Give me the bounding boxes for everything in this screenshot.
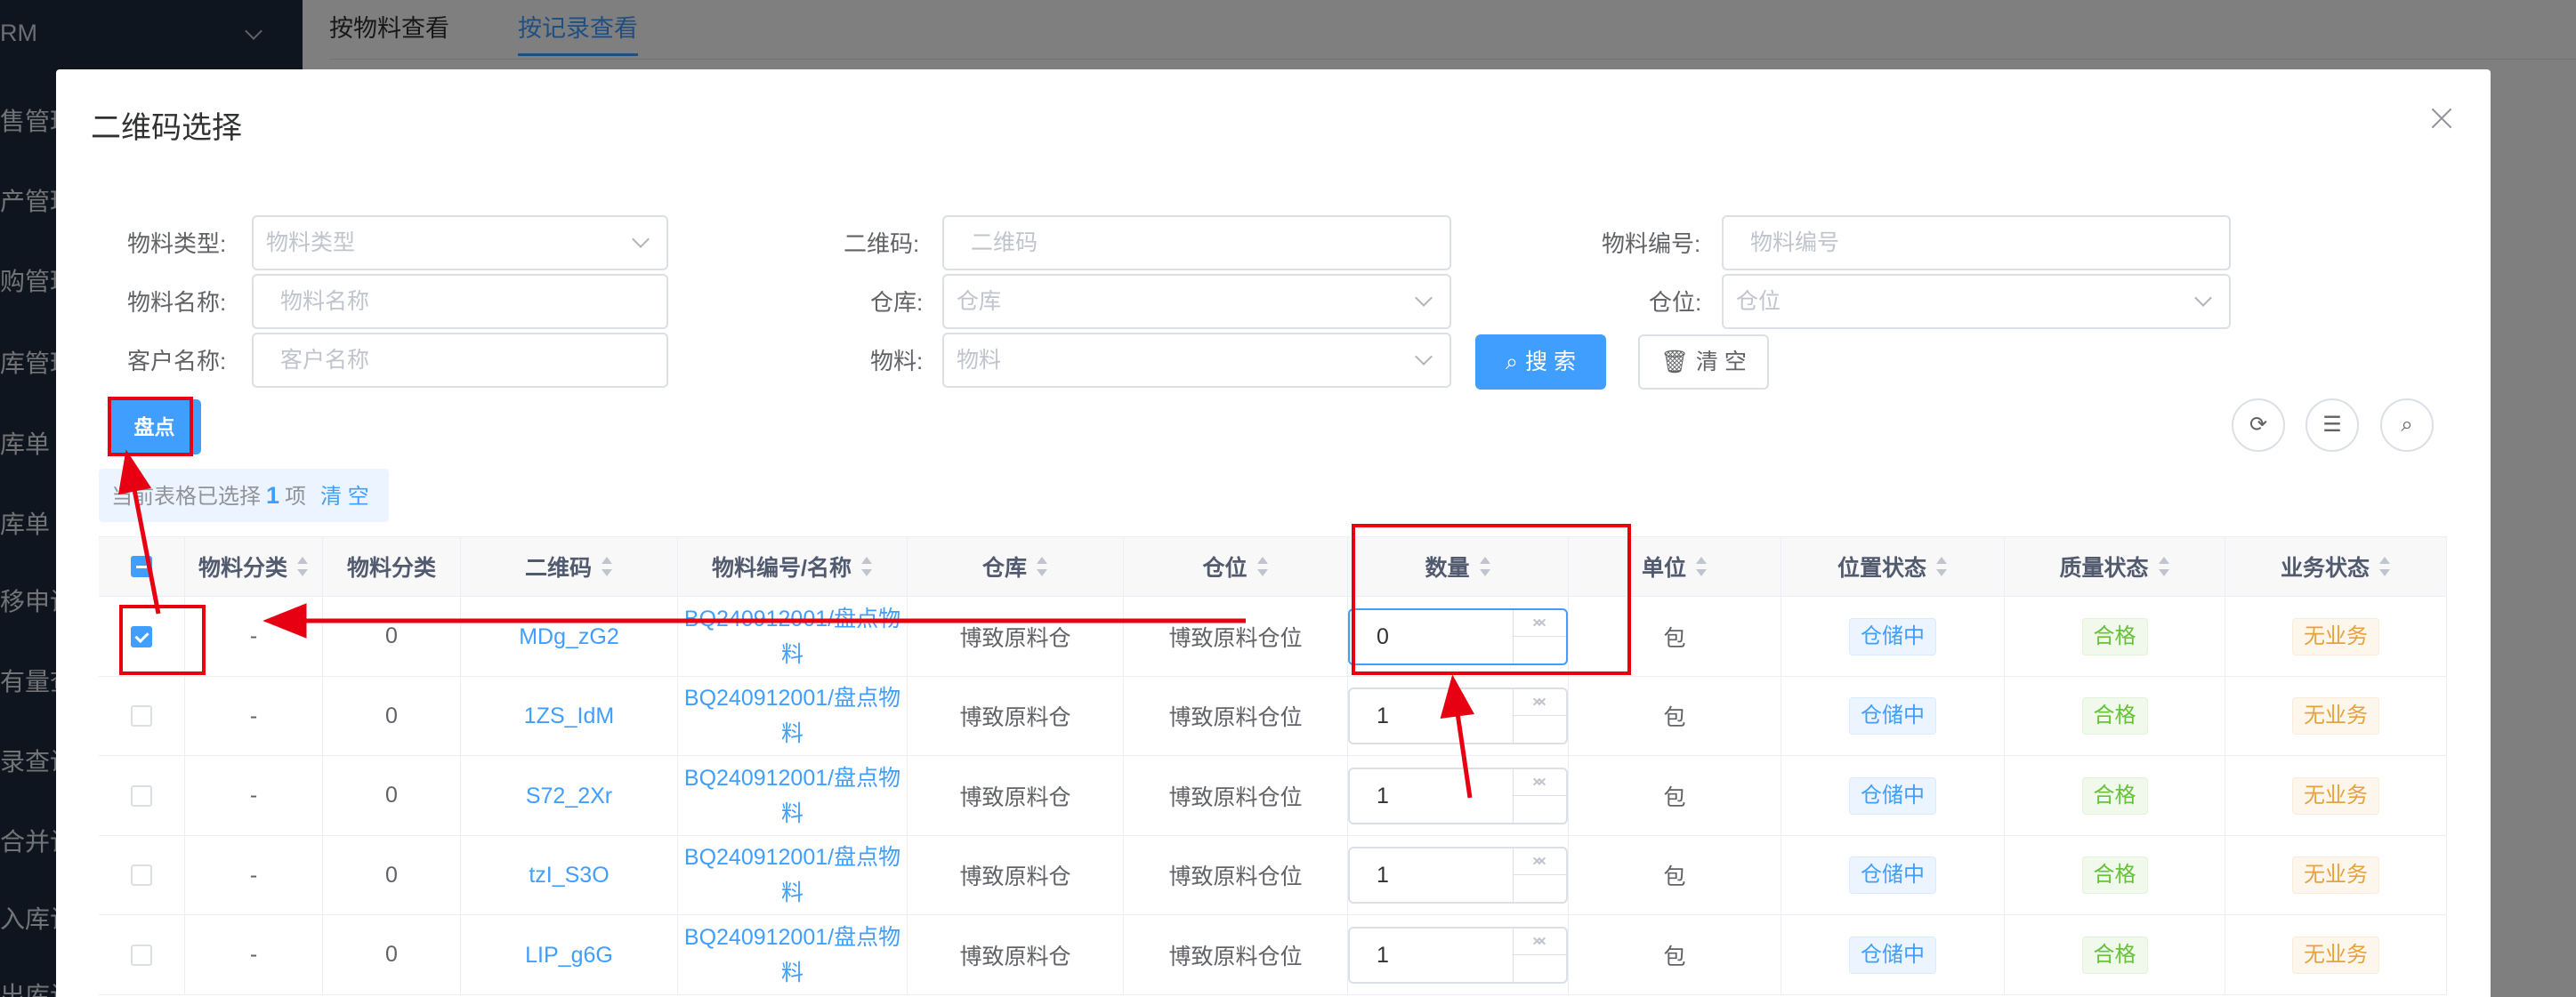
arrow-head (117, 449, 152, 495)
arrow-head (1440, 674, 1474, 719)
arrow-checkbox-to-pandian (130, 479, 161, 615)
arrow-head (262, 603, 307, 639)
annotation-arrows (117, 449, 1474, 799)
arrow-to-quantity-input (1454, 706, 1473, 799)
